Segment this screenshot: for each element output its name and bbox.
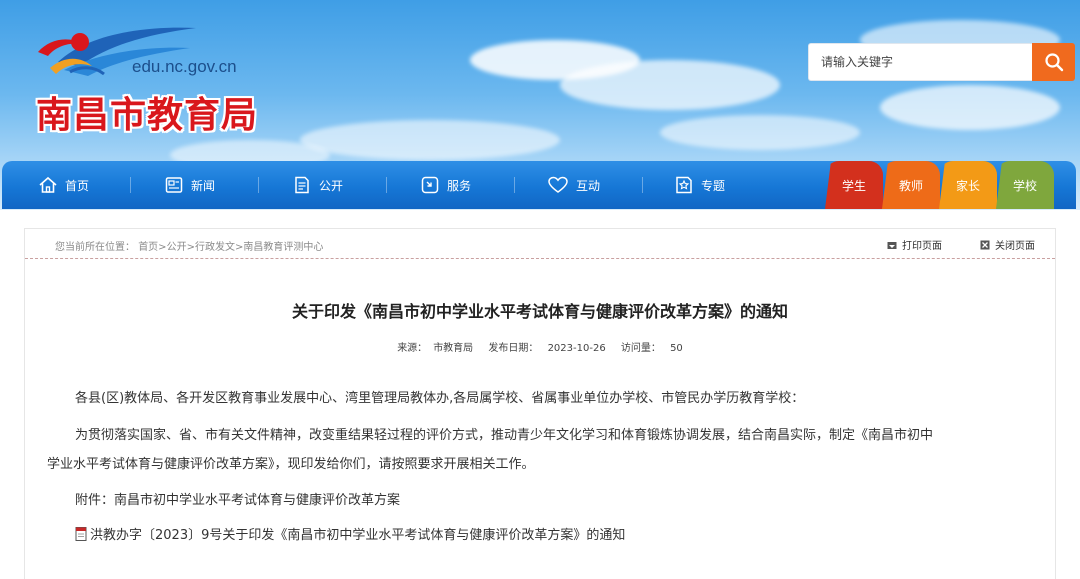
breadcrumb-path[interactable]: 首页>公开>行政发文>南昌教育评测中心 (138, 242, 323, 253)
cloud-decoration (300, 120, 560, 160)
search-button[interactable] (1032, 43, 1075, 81)
nav-item-topics[interactable]: 专题 (674, 161, 725, 209)
cloud-decoration (880, 85, 1060, 130)
news-icon (165, 177, 183, 193)
attachment-link[interactable]: 洪教办字〔2023〕9号关于印发《南昌市初中学业水平考试体育与健康评价改革方案》… (90, 528, 625, 543)
breadcrumb: 您当前所在位置： 首页>公开>行政发文>南昌教育评测中心 (55, 238, 323, 253)
article-title: 关于印发《南昌市初中学业水平考试体育与健康评价改革方案》的通知 (291, 302, 788, 321)
meta-source: 来源： 市教育局 (394, 343, 476, 354)
meta-visits-label: 访问量： (620, 343, 661, 354)
role-tab-label: 教师 (898, 178, 923, 193)
nav-item-label: 新闻 (191, 178, 216, 193)
meta-visits: 访问量： 50 (618, 343, 686, 354)
nav-item-interact[interactable]: 互动 (547, 161, 600, 209)
nav-divider (386, 177, 387, 193)
nav-item-service[interactable]: 服务 (420, 161, 471, 209)
nav-divider (258, 177, 259, 193)
nav-divider (130, 177, 131, 193)
nav-divider (642, 177, 643, 193)
role-tab-label: 学生 (841, 178, 866, 193)
nav-item-label: 公开 (319, 178, 344, 193)
site-title[interactable]: 南昌市教育局 (36, 86, 258, 138)
meta-date: 发布日期： 2023-10-26 (485, 343, 608, 354)
nav-item-label: 首页 (65, 178, 90, 193)
tab-school[interactable]: 学校 (996, 161, 1054, 209)
nav-item-public[interactable]: 公开 (292, 161, 343, 209)
site-domain: edu.nc.gov.cn (132, 57, 237, 76)
meta-source-value: 市教育局 (433, 343, 474, 354)
nav-item-label: 互动 (576, 178, 601, 193)
search-icon (1044, 53, 1063, 72)
nav-item-label: 服务 (447, 178, 472, 193)
cloud-decoration (560, 60, 780, 110)
tab-parent[interactable]: 家长 (939, 161, 997, 209)
print-page-button[interactable]: 打印页面 (887, 237, 942, 252)
search-input[interactable] (809, 44, 1032, 80)
nav-item-label: 专题 (701, 178, 726, 193)
role-tab-label: 家长 (955, 178, 980, 193)
article-meta: 来源： 市教育局 发布日期： 2023-10-26 访问量： 50 (25, 339, 1055, 354)
role-tab-label: 学校 (1012, 178, 1037, 193)
attachment-item: 洪教办字〔2023〕9号关于印发《南昌市初中学业水平考试体育与健康评价改革方案》… (47, 521, 1037, 550)
meta-source-label: 来源： (397, 343, 428, 354)
article-addressees: 各县(区)教体局、各开发区教育事业发展中心、湾里管理局教体办,各局属学校、省属事… (75, 391, 805, 406)
meta-date-value: 2023-10-26 (547, 343, 606, 354)
nav-item-home[interactable]: 首页 (38, 161, 89, 209)
nav-divider (514, 177, 515, 193)
service-icon (421, 176, 439, 194)
breadcrumb-bar: 您当前所在位置： 首页>公开>行政发文>南昌教育评测中心 打印页面 关闭页面 (25, 229, 1055, 259)
star-icon (676, 176, 692, 194)
heart-icon (548, 176, 568, 193)
close-page-label: 关闭页面 (995, 241, 1035, 252)
meta-date-label: 发布日期： (488, 343, 539, 354)
close-icon (980, 240, 990, 249)
nav-item-news[interactable]: 新闻 (164, 161, 215, 209)
breadcrumb-prefix: 您当前所在位置： (55, 242, 135, 253)
search-box (808, 43, 1032, 81)
print-page-label: 打印页面 (902, 241, 942, 252)
article-body-line-1: 为贯彻落实国家、省、市有关文件精神，改变重结果轻过程的评价方式，推动青少年文化学… (75, 428, 934, 443)
home-icon (39, 176, 57, 193)
article-attachment-label: 附件：南昌市初中学业水平考试体育与健康评价改革方案 (75, 493, 401, 508)
tab-teacher[interactable]: 教师 (882, 161, 940, 209)
document-icon (295, 176, 309, 194)
pdf-file-icon (75, 527, 87, 541)
article-body-line-2: 学业水平考试体育与健康评价改革方案》，现印发给你们，请按照要求开展相关工作。 (47, 457, 535, 472)
print-icon (887, 241, 897, 249)
tab-student[interactable]: 学生 (825, 161, 883, 209)
article-panel: 您当前所在位置： 首页>公开>行政发文>南昌教育评测中心 打印页面 关闭页面 关… (24, 228, 1056, 579)
close-page-button[interactable]: 关闭页面 (980, 237, 1035, 252)
cloud-decoration (660, 115, 860, 150)
meta-visits-value: 50 (670, 343, 683, 354)
